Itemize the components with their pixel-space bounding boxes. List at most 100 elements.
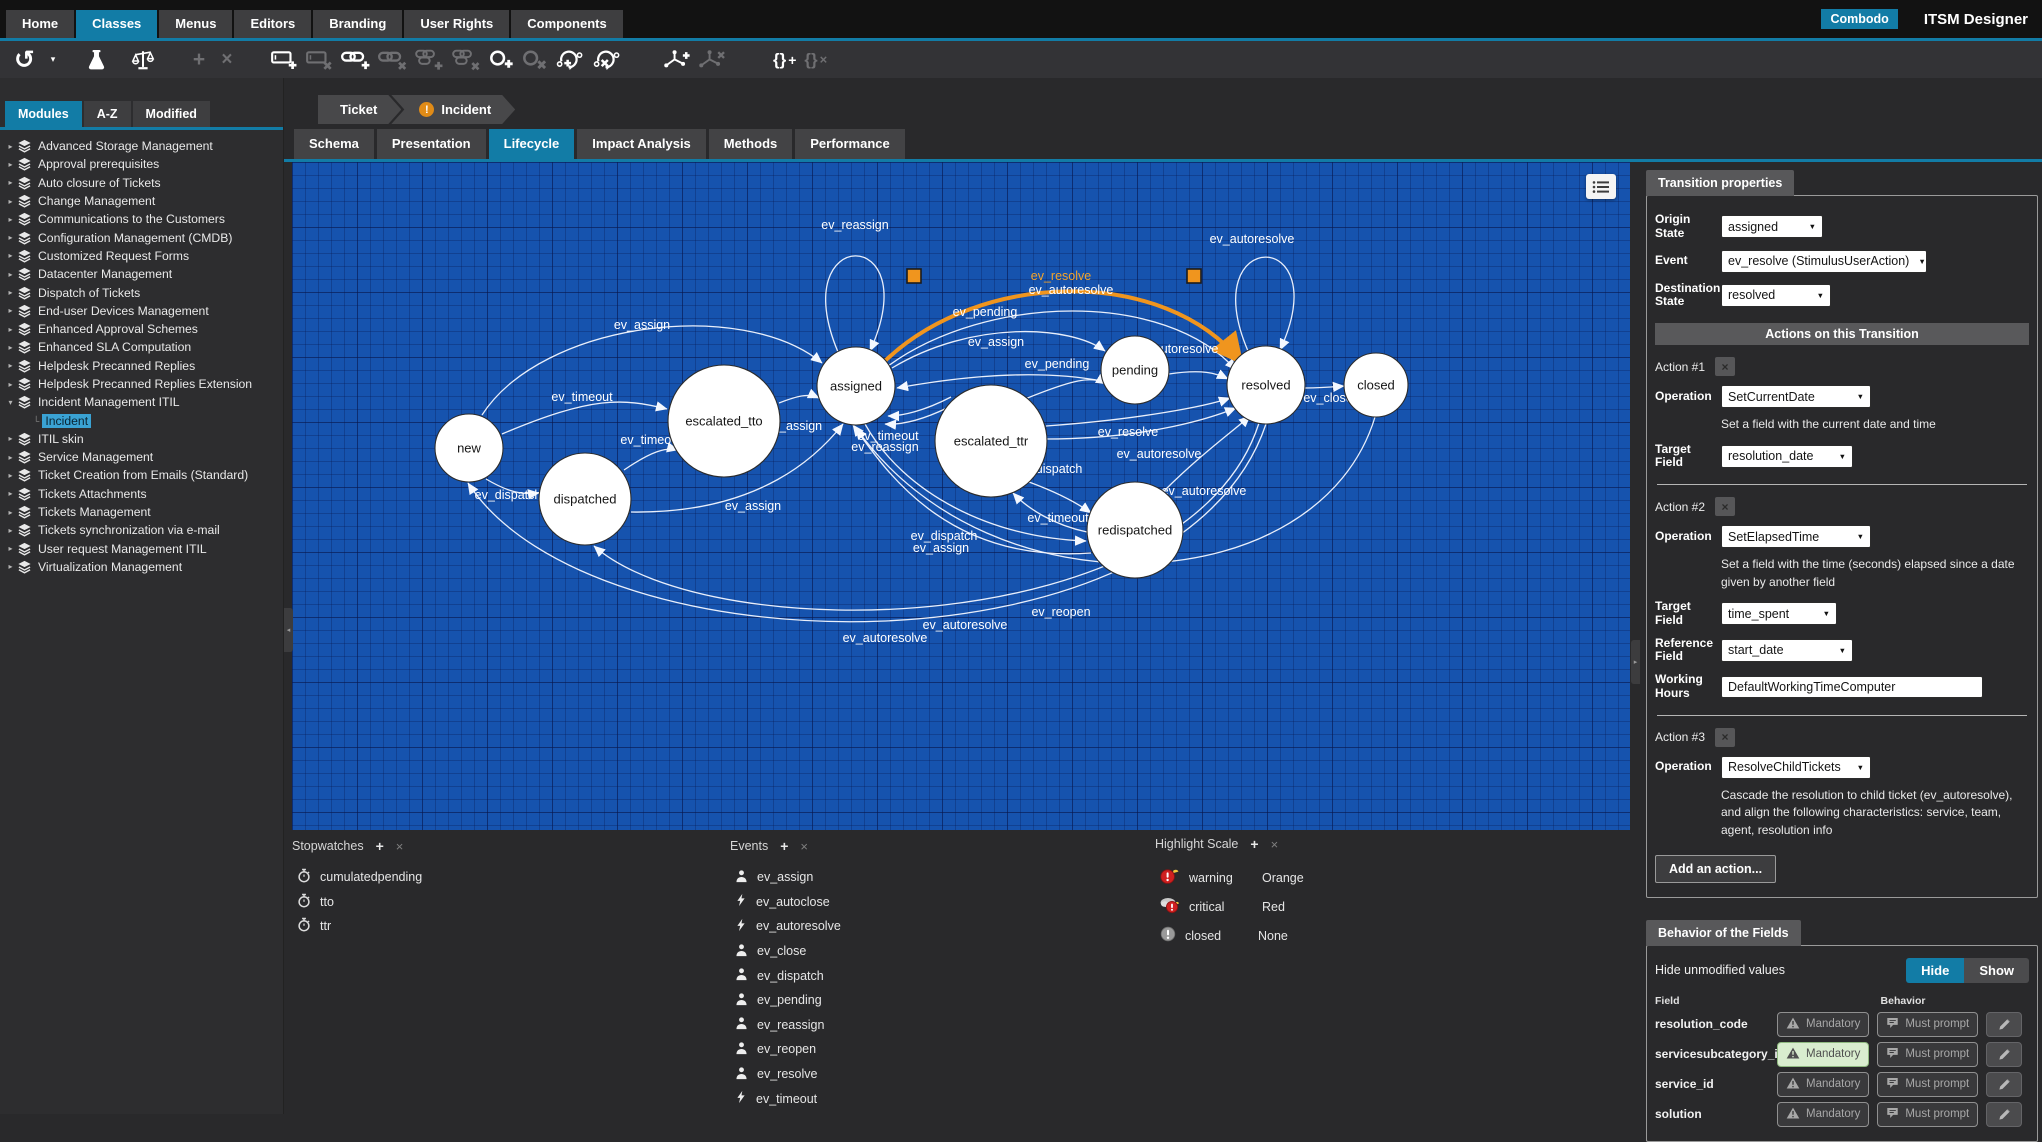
undo-history-caret-icon[interactable]: ▾	[43, 54, 63, 65]
stopwatch-item-cumulatedpending[interactable]: cumulatedpending	[292, 865, 422, 890]
sidebar-item-ticket-creation-from-emails-standard[interactable]: ▸ Ticket Creation from Emails (Standard)	[2, 466, 283, 484]
test-icon[interactable]	[87, 49, 107, 71]
highlight-item-warning[interactable]: warning Orange	[1155, 863, 1304, 892]
add-transition-icon[interactable]	[555, 48, 584, 71]
mandatory-button[interactable]: Mandatory	[1777, 1071, 1870, 1097]
tree-collapse-arrow-icon[interactable]: ▸	[5, 178, 16, 187]
add-link-icon[interactable]	[340, 49, 370, 70]
sidebar-item-tickets-synchronization-via-e-mail[interactable]: ▸ Tickets synchronization via e-mail	[2, 521, 283, 539]
tab-performance[interactable]: Performance	[795, 129, 905, 159]
action-2-target-field-select[interactable]: time_spent ▼	[1721, 602, 1837, 626]
tab-impact-analysis[interactable]: Impact Analysis	[577, 129, 706, 159]
edit-field-behavior-button[interactable]	[1986, 1071, 2023, 1097]
tree-collapse-arrow-icon[interactable]: ▸	[5, 471, 16, 480]
action-1-target-field-select[interactable]: resolution_date ▼	[1721, 444, 1853, 468]
sidebar-item-tickets-attachments[interactable]: ▸ Tickets Attachments	[2, 485, 283, 503]
edge-escalated_ttr-redispatched-ev_dispatch[interactable]	[1028, 481, 1092, 514]
working-hours-input[interactable]	[1721, 675, 1983, 698]
tree-collapse-arrow-icon[interactable]: ▸	[5, 142, 16, 151]
state-escalated_ttr[interactable]: escalated_ttr	[934, 384, 1048, 498]
sidebar-item-enhanced-approval-schemes[interactable]: ▸ Enhanced Approval Schemes	[2, 320, 283, 338]
tab-lifecycle[interactable]: Lifecycle	[488, 129, 575, 159]
transition-handle-0[interactable]	[906, 268, 922, 284]
sidebar-item-incident[interactable]: └ Incident	[2, 411, 283, 429]
action-2-operation-select[interactable]: SetElapsedTime ▼	[1721, 525, 1871, 549]
breadcrumb-item-ticket[interactable]: Ticket	[318, 95, 401, 124]
stopwatch-item-ttr[interactable]: ttr	[292, 914, 422, 939]
transition-handle-1[interactable]	[1186, 268, 1202, 284]
state-redispatched[interactable]: redispatched	[1086, 481, 1184, 579]
delete-event-button[interactable]: ×	[800, 839, 808, 854]
menu-tab-branding[interactable]: Branding	[313, 10, 403, 38]
state-dispatched[interactable]: dispatched	[538, 452, 632, 546]
compare-icon[interactable]	[131, 49, 155, 71]
sidebar-item-incident-management-itil[interactable]: ▾ Incident Management ITIL	[2, 393, 283, 411]
edge-dispatched-escalated_tto-ev_timeout[interactable]	[623, 442, 679, 471]
menu-tab-user-rights[interactable]: User Rights	[404, 10, 510, 38]
tree-collapse-arrow-icon[interactable]: ▸	[5, 508, 16, 517]
stopwatch-item-tto[interactable]: tto	[292, 890, 422, 915]
state-new[interactable]: new	[434, 413, 504, 483]
tree-collapse-arrow-icon[interactable]: ▸	[5, 361, 16, 370]
hide-button[interactable]: Hide	[1906, 957, 1965, 983]
tree-collapse-arrow-icon[interactable]: ▸	[5, 380, 16, 389]
sidebar-item-helpdesk-precanned-replies-extension[interactable]: ▸ Helpdesk Precanned Replies Extension	[2, 375, 283, 393]
action-1-operation-select[interactable]: SetCurrentDate ▼	[1721, 385, 1871, 409]
sidebar-item-service-management[interactable]: ▸ Service Management	[2, 448, 283, 466]
add-class-icon[interactable]	[489, 49, 514, 70]
action-3-operation-select[interactable]: ResolveChildTickets ▼	[1721, 755, 1871, 779]
sidebar-item-virtualization-management[interactable]: ▸ Virtualization Management	[2, 558, 283, 576]
delete-stopwatch-button[interactable]: ×	[396, 839, 404, 854]
undo-icon[interactable]: ↺	[14, 47, 35, 72]
sidebar-item-approval-prerequisites[interactable]: ▸ Approval prerequisites	[2, 155, 283, 173]
sidebar-item-customized-request-forms[interactable]: ▸ Customized Request Forms	[2, 247, 283, 265]
event-item-ev-resolve[interactable]: ev_resolve	[730, 1062, 841, 1087]
tree-collapse-arrow-icon[interactable]: ▸	[5, 489, 16, 498]
tree-collapse-arrow-icon[interactable]: ▸	[5, 434, 16, 443]
edge-escalated_ttr-assigned-ev_timeout[interactable]	[887, 396, 952, 422]
event-select[interactable]: ev_resolve (StimulusUserAction) ▼	[1721, 249, 1927, 273]
show-button[interactable]: Show	[1964, 957, 2029, 983]
add-braces-icon[interactable]: {} +	[773, 51, 796, 68]
tree-collapse-arrow-icon[interactable]: ▸	[5, 215, 16, 224]
menu-tab-classes[interactable]: Classes	[76, 10, 158, 38]
event-item-ev-pending[interactable]: ev_pending	[730, 988, 841, 1013]
add-branch-icon[interactable]	[663, 49, 690, 70]
must-prompt-button[interactable]: Must prompt	[1877, 1041, 1979, 1067]
panel-collapse-handle[interactable]: ▸	[1631, 640, 1640, 684]
state-assigned[interactable]: assigned	[816, 346, 896, 426]
edge-new-escalated_tto-ev_timeout[interactable]	[501, 401, 668, 435]
add-stopwatch-button[interactable]: +	[376, 838, 384, 854]
add-event-button[interactable]: +	[780, 838, 788, 854]
sidebar-item-datacenter-management[interactable]: ▸ Datacenter Management	[2, 265, 283, 283]
add-field-icon[interactable]	[271, 49, 298, 70]
sidebar-item-itil-skin[interactable]: ▸ ITIL skin	[2, 430, 283, 448]
tree-collapse-arrow-icon[interactable]: ▸	[5, 325, 16, 334]
tab-presentation[interactable]: Presentation	[376, 129, 486, 159]
tree-collapse-arrow-icon[interactable]: ▸	[5, 526, 16, 535]
menu-tab-components[interactable]: Components	[511, 10, 623, 38]
event-item-ev-reopen[interactable]: ev_reopen	[730, 1037, 841, 1062]
menu-tab-menus[interactable]: Menus	[159, 10, 233, 38]
mandatory-button[interactable]: Mandatory	[1777, 1101, 1870, 1127]
event-item-ev-timeout[interactable]: ev_timeout	[730, 1086, 841, 1111]
sidebar-item-enhanced-sla-computation[interactable]: ▸ Enhanced SLA Computation	[2, 338, 283, 356]
highlight-item-closed[interactable]: closed None	[1155, 921, 1304, 950]
must-prompt-button[interactable]: Must prompt	[1877, 1071, 1979, 1097]
tree-collapse-arrow-icon[interactable]: ▸	[5, 233, 16, 242]
edge-escalated_ttr-pending-ev_pending[interactable]	[1024, 373, 1108, 400]
sidebar-item-communications-to-the-customers[interactable]: ▸ Communications to the Customers	[2, 210, 283, 228]
tab-schema[interactable]: Schema	[294, 129, 374, 159]
tree-collapse-arrow-icon[interactable]: ▸	[5, 544, 16, 553]
menu-tab-home[interactable]: Home	[6, 10, 75, 38]
edit-field-behavior-button[interactable]	[1986, 1101, 2023, 1127]
lifecycle-canvas[interactable]: ev_reassign ev_autoresolve ev_resolve ev_au…	[292, 162, 1630, 830]
event-item-ev-assign[interactable]: ev_assign	[730, 865, 841, 890]
edge-resolved-closed-ev_close[interactable]	[1304, 381, 1345, 393]
origin-state-select[interactable]: assigned ▼	[1721, 215, 1823, 239]
sidebar-item-change-management[interactable]: ▸ Change Management	[2, 192, 283, 210]
sidebar-item-helpdesk-precanned-replies[interactable]: ▸ Helpdesk Precanned Replies	[2, 357, 283, 375]
tree-collapse-arrow-icon[interactable]: ▸	[5, 288, 16, 297]
state-pending[interactable]: pending	[1100, 335, 1170, 405]
edge-assigned-self-ev_reassign[interactable]	[825, 255, 885, 353]
